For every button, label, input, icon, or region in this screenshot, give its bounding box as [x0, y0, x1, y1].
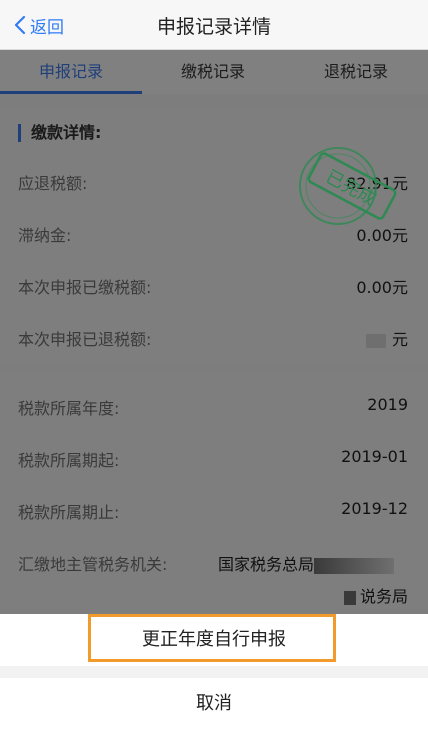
- cancel-button[interactable]: 取消: [0, 678, 428, 730]
- redacted-block: [314, 557, 395, 574]
- row-value: 2019: [367, 395, 408, 414]
- row-label: 滞纳金:: [18, 226, 72, 245]
- tax-year-row: 税款所属年度: 2019: [0, 381, 428, 433]
- row-label: 本次申报已退税额:: [18, 330, 152, 349]
- row-label: 本次申报已缴税额:: [18, 278, 152, 297]
- dimmed-content: 申报记录 缴税记录 退税记录 缴款详情: 应退税额: 82.91元 滞纳金: 0…: [0, 50, 428, 614]
- authority-text: 国家税务总局: [218, 555, 315, 574]
- row-value: 2019-12: [341, 499, 408, 518]
- action-sheet: 更正年度自行申报 取消: [0, 614, 428, 730]
- authority-value-line2: 说务局: [343, 583, 408, 607]
- redacted-block: [365, 333, 386, 348]
- period-start-row: 税款所属期起: 2019-01: [0, 433, 428, 485]
- page-title: 申报记录详情: [156, 16, 271, 38]
- period-end-row: 税款所属期止: 2019-12: [0, 485, 428, 537]
- tax-period-card: 税款所属年度: 2019 税款所属期起: 2019-01 税款所属期止: 201…: [0, 373, 428, 614]
- active-tab-indicator: [0, 91, 142, 94]
- row-label: 应退税额:: [18, 174, 88, 193]
- row-label: 税款所属期止:: [18, 503, 120, 522]
- redacted-block: [343, 590, 356, 605]
- row-label: 汇缴地主管税务机关:: [18, 555, 168, 574]
- section-title: 缴款详情:: [18, 124, 101, 142]
- tab-declaration-records[interactable]: 申报记录: [0, 50, 142, 94]
- nav-bar: 返回 申报记录详情: [0, 0, 428, 50]
- authority-text: 说务局: [359, 587, 408, 606]
- tab-refund-records[interactable]: 退税记录: [284, 50, 428, 94]
- authority-value-line1: 国家税务总局: [218, 551, 395, 575]
- row-label: 税款所属期起:: [18, 451, 120, 470]
- tab-bar: 申报记录 缴税记录 退税记录: [0, 50, 428, 94]
- correct-annual-declaration-button[interactable]: 更正年度自行申报: [0, 614, 428, 666]
- row-value: 0.00元: [356, 278, 408, 297]
- completed-stamp: 已完成: [299, 147, 397, 225]
- tax-authority-row: 汇缴地主管税务机关: 国家税务总局 说务局: [0, 537, 428, 613]
- unit-text: 元: [391, 330, 408, 349]
- tab-payment-records[interactable]: 缴税记录: [142, 50, 284, 94]
- paid-amount-row: 本次申报已缴税额: 0.00元: [0, 260, 428, 312]
- row-label: 税款所属年度:: [18, 399, 120, 418]
- row-value: 2019-01: [341, 447, 408, 466]
- row-value: 元: [365, 326, 408, 350]
- refunded-amount-row: 本次申报已退税额: 元: [0, 312, 428, 364]
